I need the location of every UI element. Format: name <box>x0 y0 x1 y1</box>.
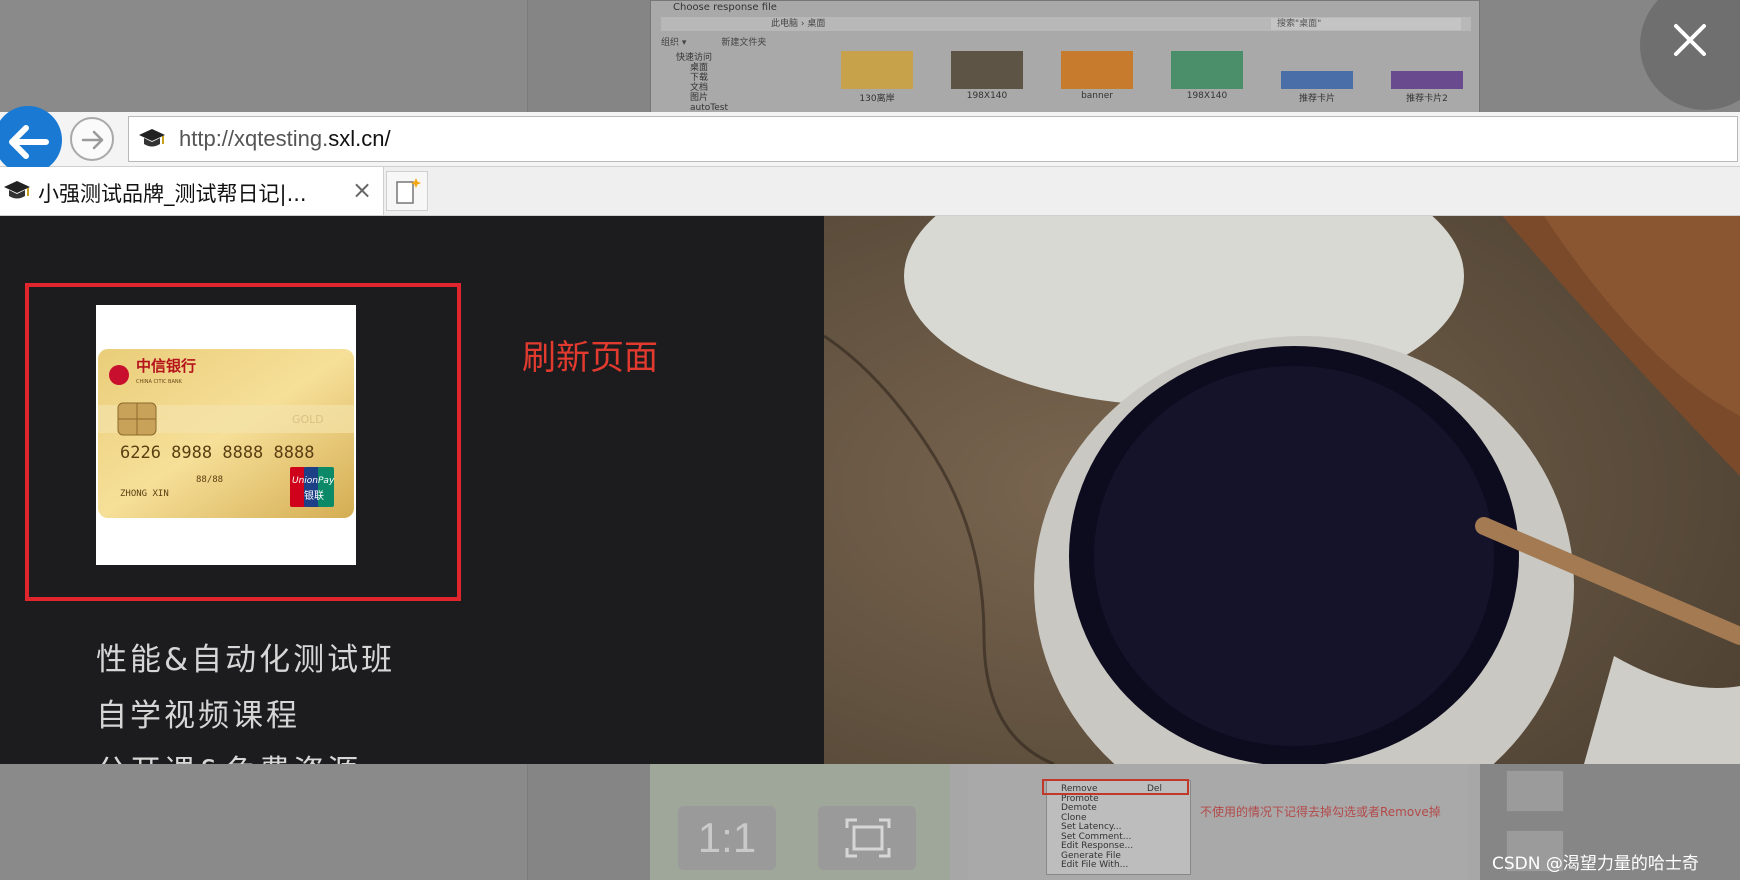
card-number: 6226 8988 8888 8888 <box>120 443 314 463</box>
card-expiry: 88/88 <box>196 475 223 485</box>
bank-card-graphic: 中信银行 CHINA CITIC BANK GOLD 6226 8988 888… <box>98 349 354 518</box>
course-menu: 性能&自动化测试班 自学视频课程 公开课&免费资源 <box>96 632 395 764</box>
tab-active[interactable]: 小强测试品牌_测试帮日记|... × <box>0 167 384 215</box>
thumbnail <box>1061 51 1133 89</box>
left-dark-panel: 中信银行 CHINA CITIC BANK GOLD 6226 8988 888… <box>0 216 824 764</box>
file-dialog-title: Choose response file <box>673 2 777 13</box>
new-tab-icon <box>396 178 421 204</box>
file-dialog-toolbar: 组织 ▾ 新建文件夹 <box>661 38 767 48</box>
address-bar[interactable]: http://xqtesting.sxl.cn/ <box>128 116 1738 162</box>
menu-item-performance-automation[interactable]: 性能&自动化测试班 <box>96 632 395 688</box>
thumbnail <box>1171 51 1243 89</box>
close-icon <box>1674 24 1706 56</box>
tab-close-button[interactable]: × <box>352 176 372 204</box>
menu-item-open-class[interactable]: 公开课&免费资源 <box>96 744 395 764</box>
navigation-bar: http://xqtesting.sxl.cn/ <box>0 106 1740 174</box>
thumbnail <box>951 51 1023 89</box>
browser-window: http://xqtesting.sxl.cn/ 小强测试品牌_测试帮日记|..… <box>0 106 1740 764</box>
refresh-page-link[interactable]: 刷新页面 <box>522 330 658 379</box>
context-menu-highlight <box>1042 779 1189 795</box>
file-dialog-search: 搜索"桌面" <box>1271 18 1461 30</box>
background-photo <box>824 216 1740 764</box>
menu-item-self-study-video[interactable]: 自学视频课程 <box>96 688 395 744</box>
forward-button[interactable] <box>70 117 114 161</box>
fit-screen-icon <box>845 818 891 858</box>
back-button[interactable] <box>0 106 62 174</box>
graduation-cap-icon <box>139 129 165 147</box>
arrow-left-icon <box>9 125 49 159</box>
card-holder: ZHONG XIN <box>120 489 169 499</box>
page-content: 中信银行 CHINA CITIC BANK GOLD 6226 8988 888… <box>0 216 1740 764</box>
card-bank-en: CHINA CITIC BANK <box>136 379 183 385</box>
csdn-watermark: CSDN @渴望力量的哈士奇 <box>1492 854 1699 874</box>
file-dialog: Choose response file 此电脑 › 桌面 搜索"桌面" 组织 … <box>650 0 1480 115</box>
thumbnail <box>1281 71 1353 89</box>
thumbnail <box>841 51 913 89</box>
tab-bar: 小强测试品牌_测试帮日记|... × <box>0 167 1740 216</box>
paint-bucket-photo <box>824 216 1740 764</box>
arrow-right-icon <box>81 130 104 150</box>
thumbnail <box>1391 71 1463 89</box>
pin-icon <box>1506 770 1564 812</box>
card-bank-name: 中信银行 <box>136 357 196 375</box>
card-gold: GOLD <box>292 413 324 426</box>
graduation-cap-icon <box>4 181 30 199</box>
zoom-actual-size-button[interactable]: 1:1 <box>678 806 776 870</box>
unionpay-cn-text: 银联 <box>304 489 324 502</box>
unionpay-logo: UnionPay 银联 <box>290 467 335 507</box>
bank-card-image[interactable]: 中信银行 CHINA CITIC BANK GOLD 6226 8988 888… <box>96 305 356 565</box>
unionpay-text: UnionPay <box>292 476 335 486</box>
fit-to-screen-button[interactable] <box>818 806 916 870</box>
file-dialog-sidebar: 快速访问 桌面 下载 文档 图片 autoTest <box>676 53 728 113</box>
url-text: http://xqtesting.sxl.cn/ <box>179 126 391 151</box>
annotation-note: 不使用的情况下记得去掉勾选或者Remove掉 <box>1200 805 1441 819</box>
new-tab-button[interactable] <box>386 171 428 211</box>
tab-title: 小强测试品牌_测试帮日记|... <box>38 182 307 206</box>
